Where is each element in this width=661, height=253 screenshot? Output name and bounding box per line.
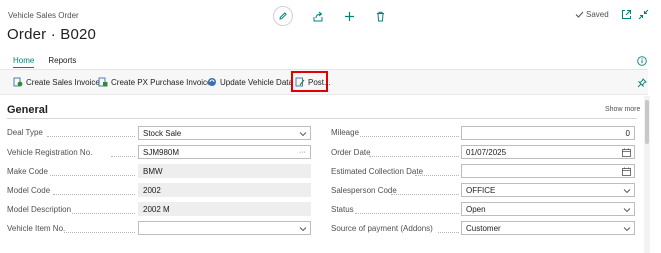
create-sales-invoice-action[interactable]: Create Sales Invoice	[13, 77, 100, 87]
dots-leader	[72, 213, 135, 214]
deal-type-label: Deal Type	[7, 128, 43, 137]
dots-leader	[415, 175, 459, 176]
order-date-field[interactable]: 01/07/2025	[461, 145, 635, 159]
chevron-down-icon	[298, 224, 307, 233]
new-button[interactable]	[343, 10, 355, 22]
delete-button[interactable]	[374, 10, 386, 22]
dots-leader	[369, 156, 459, 157]
checkmark-icon	[575, 11, 584, 18]
model-code-label: Model Code	[7, 186, 51, 195]
source-of-payment-label: Source of payment (Addons)	[331, 224, 433, 233]
save-status: Saved	[575, 10, 609, 19]
estimated-collection-date-field[interactable]	[461, 164, 635, 178]
calendar-icon[interactable]	[622, 167, 631, 176]
update-data-icon	[208, 78, 216, 86]
action-bar: Create Sales Invoice Create PX Purchase …	[0, 69, 648, 95]
show-more-link[interactable]: Show more	[605, 106, 640, 113]
top-actions	[273, 5, 386, 27]
dots-leader	[50, 175, 135, 176]
make-code-label: Make Code	[7, 167, 48, 176]
create-px-purchase-invoice-label: Create PX Purchase Invoice	[111, 77, 212, 87]
dots-leader	[438, 232, 459, 233]
collapse-button[interactable]	[638, 9, 649, 20]
plus-icon	[344, 11, 354, 21]
vehicle-item-no-label: Vehicle Item No.	[7, 224, 66, 233]
model-code-field: 2002	[138, 183, 311, 197]
dots-leader	[391, 194, 459, 195]
window-title: Vehicle Sales Order	[8, 11, 79, 20]
pin-icon[interactable]	[637, 78, 647, 88]
salesperson-code-value: OFFICE	[466, 186, 496, 195]
saved-label: Saved	[586, 10, 609, 19]
dots-leader	[111, 156, 135, 157]
open-in-new-window-icon	[622, 10, 631, 19]
create-px-purchase-invoice-action[interactable]: Create PX Purchase Invoice	[98, 77, 212, 87]
vehicle-registration-label: Vehicle Registration No.	[7, 148, 93, 157]
vehicle-item-no-dropdown[interactable]	[138, 221, 311, 235]
tab-reports[interactable]: Reports	[48, 56, 76, 68]
source-of-payment-dropdown[interactable]: Customer	[461, 221, 635, 235]
post-label: Post...	[308, 77, 331, 87]
tab-home[interactable]: Home	[13, 56, 35, 68]
create-sales-invoice-label: Create Sales Invoice	[26, 77, 100, 87]
share-icon	[313, 11, 322, 21]
collapse-icon	[638, 9, 649, 20]
page-title: Order · B020	[7, 26, 97, 43]
update-vehicle-data-action[interactable]: Update Vehicle Data	[207, 77, 293, 87]
model-description-value: 2002 M	[143, 205, 170, 214]
dots-leader	[355, 213, 459, 214]
dots-leader	[47, 136, 135, 137]
deal-type-value: Stock Sale	[143, 129, 182, 138]
status-dropdown[interactable]: Open	[461, 202, 635, 216]
scrollbar-thumb[interactable]	[645, 100, 649, 144]
section-divider	[7, 118, 637, 119]
model-description-field: 2002 M	[138, 202, 311, 216]
chevron-down-icon	[622, 224, 631, 233]
vehicle-registration-value: SJM980M	[143, 148, 180, 157]
order-date-value: 01/07/2025	[466, 148, 507, 157]
trash-icon	[376, 11, 384, 21]
post-action[interactable]: Post...	[295, 77, 331, 87]
source-of-payment-value: Customer	[466, 224, 501, 233]
dots-leader	[360, 136, 459, 137]
status-value: Open	[466, 205, 486, 214]
pencil-icon	[279, 12, 287, 20]
chevron-down-icon	[622, 186, 631, 195]
chevron-down-icon	[622, 205, 631, 214]
model-description-label: Model Description	[7, 205, 72, 214]
open-new-window-button[interactable]	[621, 9, 632, 20]
mileage-field[interactable]: 0	[461, 126, 635, 140]
make-code-value: BMW	[143, 167, 163, 176]
vehicle-registration-field[interactable]: SJM980M ···	[138, 145, 311, 159]
deal-type-dropdown[interactable]: Stock Sale	[138, 126, 311, 140]
status-label: Status	[331, 205, 354, 214]
mileage-label: Mileage	[331, 128, 360, 137]
order-date-label: Order Date	[331, 148, 371, 157]
make-code-field: BMW	[138, 164, 311, 178]
tab-bar: Home Reports	[13, 56, 76, 68]
edit-button[interactable]	[273, 6, 293, 26]
calendar-icon[interactable]	[622, 148, 631, 157]
model-code-value: 2002	[143, 186, 161, 195]
post-icon	[295, 77, 305, 87]
dots-leader	[64, 232, 135, 233]
salesperson-code-label: Salesperson Code	[331, 186, 397, 195]
dots-leader	[53, 194, 135, 195]
sales-invoice-icon	[13, 77, 23, 87]
info-icon[interactable]	[637, 56, 647, 66]
chevron-down-icon	[298, 129, 307, 138]
update-vehicle-data-label: Update Vehicle Data	[220, 77, 293, 87]
lookup-ellipsis-icon[interactable]: ···	[298, 148, 307, 157]
estimated-collection-date-label: Estimated Collection Date	[331, 167, 424, 176]
general-section-title[interactable]: General	[7, 104, 48, 116]
share-button[interactable]	[312, 10, 324, 22]
salesperson-code-dropdown[interactable]: OFFICE	[461, 183, 635, 197]
purchase-invoice-icon	[98, 77, 108, 87]
mileage-value: 0	[625, 129, 630, 138]
